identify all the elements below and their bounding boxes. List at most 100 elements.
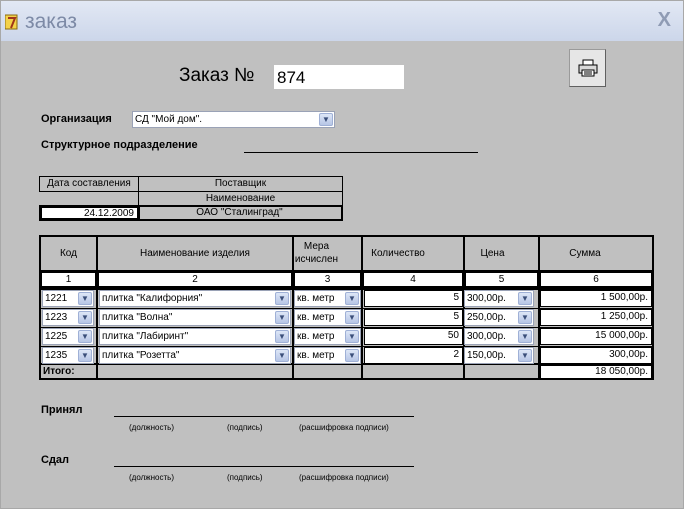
- header-price: Цена: [480, 248, 505, 259]
- print-button[interactable]: [569, 49, 606, 87]
- chevron-down-icon[interactable]: ▼: [78, 330, 92, 343]
- date-header: Дата составления: [39, 176, 139, 192]
- chevron-down-icon[interactable]: ▼: [275, 311, 289, 324]
- accepted-sign: (подпись): [227, 423, 263, 432]
- col-number: 4: [363, 272, 463, 287]
- product-combo-value: плитка "Розетта": [102, 350, 180, 361]
- chevron-down-icon[interactable]: ▼: [78, 292, 92, 305]
- title-bar: заказ X: [1, 1, 683, 41]
- chevron-down-icon[interactable]: ▼: [518, 292, 532, 305]
- unit-combo[interactable]: кв. метр ▼: [294, 290, 361, 307]
- header-qty: Количество: [371, 248, 425, 259]
- unit-combo[interactable]: кв. метр ▼: [294, 347, 361, 364]
- sum-field[interactable]: 1 250,00р.: [540, 309, 652, 326]
- unit-combo[interactable]: кв. метр ▼: [294, 328, 361, 345]
- unit-combo-value: кв. метр: [297, 331, 335, 342]
- product-combo[interactable]: плитка "Лабиринт" ▼: [99, 328, 291, 345]
- total-label: Итого:: [43, 366, 75, 377]
- supplier-name-header: Наименование: [138, 191, 343, 206]
- code-combo[interactable]: 1235 ▼: [42, 347, 94, 364]
- accepted-line[interactable]: [114, 416, 414, 417]
- sum-field[interactable]: 15 000,00р.: [540, 328, 652, 345]
- sum-field[interactable]: 1 500,00р.: [540, 290, 652, 307]
- col-number: 1: [41, 272, 96, 287]
- unit-combo-value: кв. метр: [297, 293, 335, 304]
- unit-combo-value: кв. метр: [297, 350, 335, 361]
- supplier-header: Поставщик: [138, 176, 343, 192]
- chevron-down-icon[interactable]: ▼: [518, 330, 532, 343]
- order-number-field[interactable]: 874: [274, 65, 404, 89]
- unit-combo[interactable]: кв. метр ▼: [294, 309, 361, 326]
- col-number: 5: [465, 272, 538, 287]
- supplier-divider: [138, 205, 140, 221]
- chevron-down-icon[interactable]: ▼: [319, 113, 333, 126]
- total-value[interactable]: 18 050,00р.: [540, 365, 652, 379]
- price-combo[interactable]: 250,00р. ▼: [464, 309, 534, 326]
- code-combo-value: 1235: [45, 350, 68, 361]
- handed-position: (должность): [129, 473, 174, 482]
- header-name: Наименование изделия: [140, 248, 250, 259]
- unit-combo-value: кв. метр: [297, 312, 335, 323]
- code-combo[interactable]: 1221 ▼: [42, 290, 94, 307]
- header-code: Код: [59, 248, 77, 259]
- accepted-position: (должность): [129, 423, 174, 432]
- chevron-down-icon[interactable]: ▼: [275, 349, 289, 362]
- col-number: 2: [98, 272, 292, 287]
- app-icon: [5, 14, 18, 30]
- printer-icon: [578, 59, 598, 77]
- handed-sign: (подпись): [227, 473, 263, 482]
- chevron-down-icon[interactable]: ▼: [345, 311, 359, 324]
- col-number: 6: [540, 272, 652, 287]
- chevron-down-icon[interactable]: ▼: [345, 330, 359, 343]
- qty-field[interactable]: 5: [364, 309, 463, 326]
- price-combo[interactable]: 300,00р. ▼: [464, 290, 534, 307]
- qty-field[interactable]: 5: [364, 290, 463, 307]
- qty-field[interactable]: 50: [364, 328, 463, 345]
- org-label: Организация: [41, 113, 112, 125]
- chevron-down-icon[interactable]: ▼: [78, 349, 92, 362]
- chevron-down-icon[interactable]: ▼: [275, 330, 289, 343]
- price-combo-value: 300,00р.: [467, 331, 506, 342]
- subdivision-line[interactable]: [244, 152, 478, 153]
- chevron-down-icon[interactable]: ▼: [345, 292, 359, 305]
- code-combo[interactable]: 1225 ▼: [42, 328, 94, 345]
- code-combo[interactable]: 1223 ▼: [42, 309, 94, 326]
- product-combo-value: плитка "Калифорния": [102, 293, 203, 304]
- price-combo[interactable]: 150,00р. ▼: [464, 347, 534, 364]
- product-combo[interactable]: плитка "Розетта" ▼: [99, 347, 291, 364]
- product-combo[interactable]: плитка "Волна" ▼: [99, 309, 291, 326]
- price-combo[interactable]: 300,00р. ▼: [464, 328, 534, 345]
- handed-decode: (расшифровка подписи): [299, 473, 389, 482]
- org-combo-value: СД "Мой дом".: [135, 114, 203, 125]
- close-icon[interactable]: X: [658, 9, 671, 32]
- product-combo[interactable]: плитка "Калифорния" ▼: [99, 290, 291, 307]
- price-combo-value: 250,00р.: [467, 312, 506, 323]
- handed-label: Сдал: [41, 454, 70, 466]
- sum-field[interactable]: 300,00р.: [540, 347, 652, 364]
- qty-field[interactable]: 2: [364, 347, 463, 364]
- chevron-down-icon[interactable]: ▼: [275, 292, 289, 305]
- header-sum: Сумма: [569, 248, 601, 259]
- product-combo-value: плитка "Волна": [102, 312, 173, 323]
- price-combo-value: 150,00р.: [467, 350, 506, 361]
- subdivision-label: Структурное подразделение: [41, 139, 198, 151]
- chevron-down-icon[interactable]: ▼: [345, 349, 359, 362]
- order-window: заказ X Заказ № 874 Организация СД "Мой …: [0, 0, 684, 509]
- chevron-down-icon[interactable]: ▼: [518, 349, 532, 362]
- date-value[interactable]: 24.12.2009: [41, 207, 138, 219]
- col-number: 3: [294, 272, 361, 287]
- order-heading: Заказ №: [179, 65, 255, 86]
- code-combo-value: 1225: [45, 331, 68, 342]
- chevron-down-icon[interactable]: ▼: [78, 311, 92, 324]
- code-combo-value: 1221: [45, 293, 68, 304]
- window-title: заказ: [25, 10, 78, 33]
- chevron-down-icon[interactable]: ▼: [518, 311, 532, 324]
- code-combo-value: 1223: [45, 312, 68, 323]
- product-combo-value: плитка "Лабиринт": [102, 331, 189, 342]
- header-unit: Мера исчислен: [294, 241, 339, 265]
- org-combo[interactable]: СД "Мой дом". ▼: [132, 111, 335, 128]
- price-combo-value: 300,00р.: [467, 293, 506, 304]
- accepted-label: Принял: [41, 404, 83, 416]
- supplier-name-value[interactable]: ОАО "Сталинград": [138, 207, 341, 219]
- handed-line[interactable]: [114, 466, 414, 467]
